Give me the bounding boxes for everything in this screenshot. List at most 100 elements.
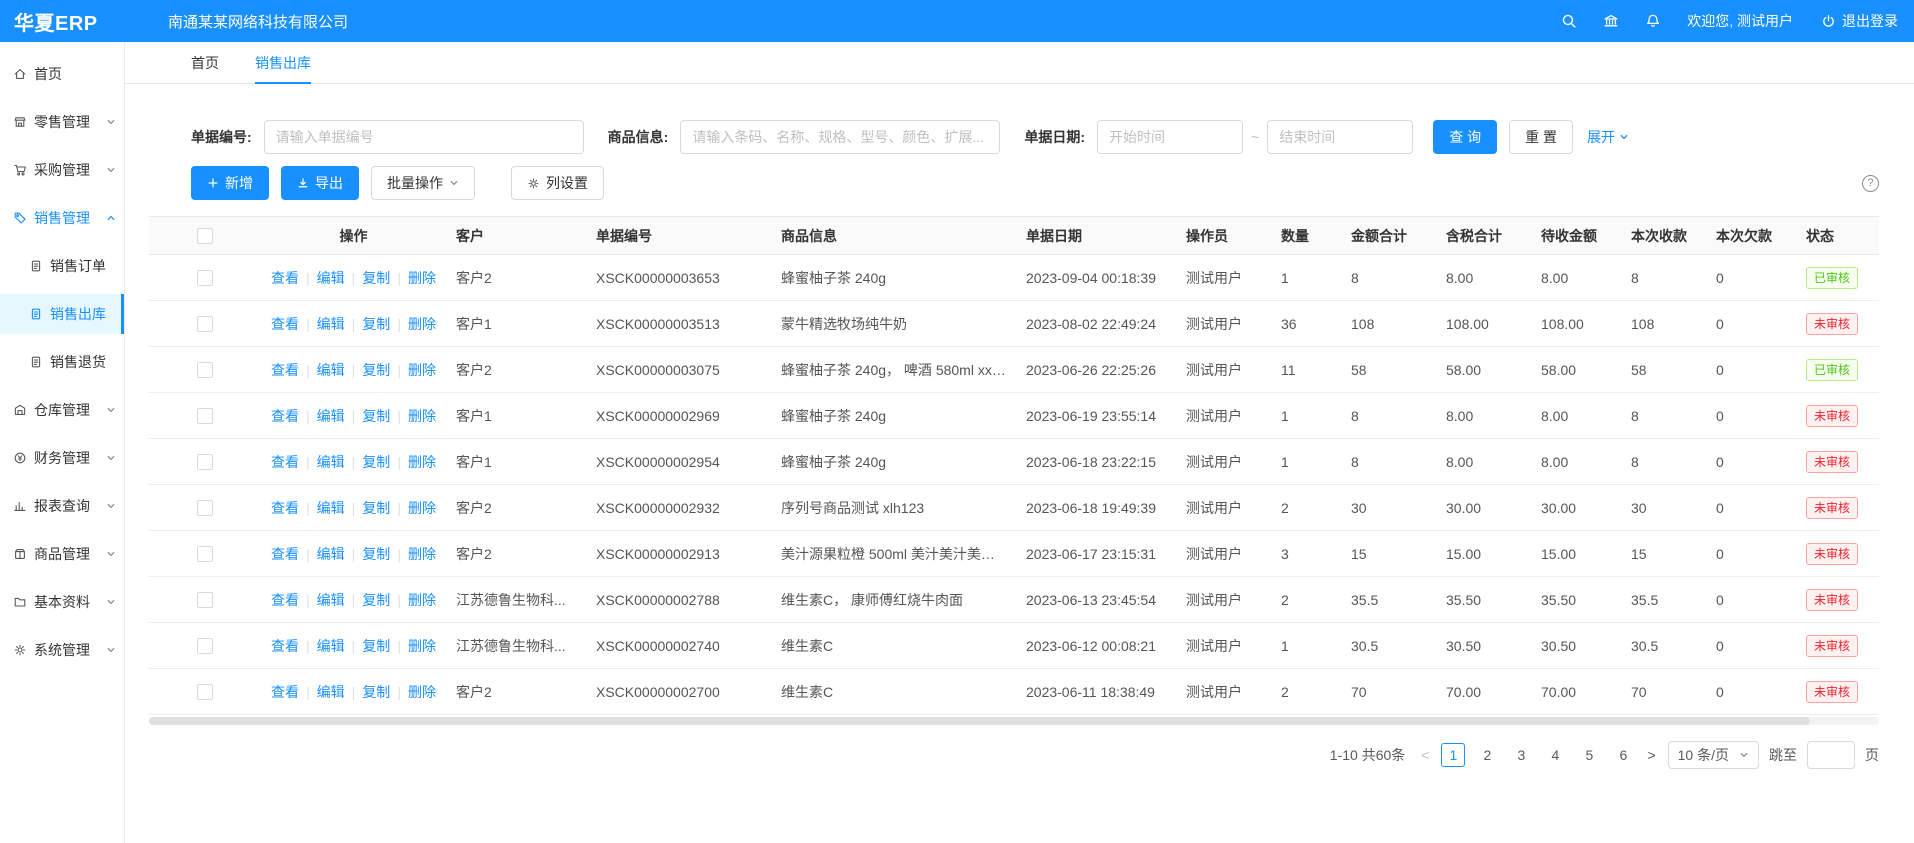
action-link-2[interactable]: 复制 [362, 682, 390, 702]
action-link-1[interactable]: 编辑 [317, 590, 345, 610]
action-link-2[interactable]: 复制 [362, 314, 390, 334]
bill-no-input[interactable] [264, 120, 584, 154]
action-link-0[interactable]: 查看 [271, 406, 299, 426]
row-checkbox[interactable] [197, 500, 213, 516]
page-number-2[interactable]: 2 [1475, 743, 1499, 767]
action-link-2[interactable]: 复制 [362, 498, 390, 518]
action-link-2[interactable]: 复制 [362, 452, 390, 472]
action-link-0[interactable]: 查看 [271, 636, 299, 656]
date-start-input[interactable] [1097, 120, 1243, 154]
logout-button[interactable]: 退出登录 [1821, 11, 1898, 31]
search-icon[interactable] [1561, 13, 1577, 29]
next-page-button[interactable]: > [1645, 747, 1657, 763]
action-link-2[interactable]: 复制 [362, 590, 390, 610]
action-link-3[interactable]: 删除 [408, 268, 436, 288]
action-link-2[interactable]: 复制 [362, 406, 390, 426]
bank-icon[interactable] [1603, 13, 1619, 29]
scrollbar-thumb[interactable] [149, 717, 1810, 725]
prev-page-button[interactable]: < [1419, 747, 1431, 763]
action-link-3[interactable]: 删除 [408, 636, 436, 656]
sidebar-item-system[interactable]: 系统管理 [0, 630, 124, 670]
action-link-3[interactable]: 删除 [408, 590, 436, 610]
page-number-1[interactable]: 1 [1441, 743, 1465, 767]
bell-icon[interactable] [1645, 13, 1661, 29]
cell-product: 蒙牛精选牧场纯牛奶 [771, 301, 1016, 347]
sidebar-item-sales-outbound[interactable]: 销售出库 [0, 294, 124, 334]
action-link-1[interactable]: 编辑 [317, 406, 345, 426]
row-checkbox[interactable] [197, 316, 213, 332]
page-number-4[interactable]: 4 [1543, 743, 1567, 767]
action-link-2[interactable]: 复制 [362, 268, 390, 288]
sidebar-item-warehouse[interactable]: 仓库管理 [0, 390, 124, 430]
row-checkbox[interactable] [197, 592, 213, 608]
batch-actions-button[interactable]: 批量操作 [371, 166, 475, 200]
row-checkbox[interactable] [197, 638, 213, 654]
action-link-1[interactable]: 编辑 [317, 314, 345, 334]
action-separator: | [306, 684, 310, 700]
row-checkbox[interactable] [197, 546, 213, 562]
date-end-input[interactable] [1267, 120, 1413, 154]
action-link-2[interactable]: 复制 [362, 544, 390, 564]
action-link-0[interactable]: 查看 [271, 314, 299, 334]
action-link-1[interactable]: 编辑 [317, 498, 345, 518]
product-input[interactable] [680, 120, 1000, 154]
action-link-0[interactable]: 查看 [271, 498, 299, 518]
action-link-0[interactable]: 查看 [271, 682, 299, 702]
action-link-1[interactable]: 编辑 [317, 636, 345, 656]
action-link-1[interactable]: 编辑 [317, 360, 345, 380]
export-button[interactable]: 导出 [281, 166, 359, 200]
tab-home[interactable]: 首页 [191, 42, 219, 83]
sidebar-item-home[interactable]: 首页 [0, 54, 124, 94]
reset-button[interactable]: 重 置 [1509, 120, 1573, 154]
action-link-0[interactable]: 查看 [271, 590, 299, 610]
action-link-0[interactable]: 查看 [271, 360, 299, 380]
action-link-3[interactable]: 删除 [408, 682, 436, 702]
row-checkbox[interactable] [197, 362, 213, 378]
sidebar-item-sales-return[interactable]: 销售退货 [0, 342, 124, 382]
sidebar-item-goods[interactable]: 商品管理 [0, 534, 124, 574]
cell-qty: 3 [1271, 531, 1341, 577]
action-link-2[interactable]: 复制 [362, 360, 390, 380]
sidebar-item-purchase[interactable]: 采购管理 [0, 150, 124, 190]
help-icon[interactable]: ? [1862, 175, 1879, 192]
column-settings-button[interactable]: 列设置 [511, 166, 604, 200]
action-link-3[interactable]: 删除 [408, 452, 436, 472]
search-button[interactable]: 查 询 [1433, 120, 1497, 154]
horizontal-scrollbar[interactable] [149, 717, 1879, 725]
action-link-3[interactable]: 删除 [408, 406, 436, 426]
sidebar-item-finance[interactable]: 财务管理 [0, 438, 124, 478]
action-link-0[interactable]: 查看 [271, 452, 299, 472]
sidebar-item-sales-order[interactable]: 销售订单 [0, 246, 124, 286]
action-separator: | [352, 270, 356, 286]
add-button[interactable]: 新增 [191, 166, 269, 200]
page-number-6[interactable]: 6 [1611, 743, 1635, 767]
page-number-3[interactable]: 3 [1509, 743, 1533, 767]
page-number-5[interactable]: 5 [1577, 743, 1601, 767]
action-link-0[interactable]: 查看 [271, 268, 299, 288]
table-row: 查看|编辑|复制|删除客户1XSCK00000003513蒙牛精选牧场纯牛奶20… [149, 301, 1879, 347]
action-link-1[interactable]: 编辑 [317, 268, 345, 288]
row-checkbox[interactable] [197, 454, 213, 470]
jump-page-input[interactable] [1807, 741, 1855, 769]
select-all-checkbox[interactable] [197, 228, 213, 244]
action-link-1[interactable]: 编辑 [317, 452, 345, 472]
expand-filters-link[interactable]: 展开 [1587, 127, 1629, 147]
row-checkbox[interactable] [197, 408, 213, 424]
action-link-1[interactable]: 编辑 [317, 682, 345, 702]
cell-operator: 测试用户 [1176, 623, 1271, 669]
row-checkbox[interactable] [197, 270, 213, 286]
action-link-3[interactable]: 删除 [408, 314, 436, 334]
action-link-2[interactable]: 复制 [362, 636, 390, 656]
tab-sales-outbound[interactable]: 销售出库 [255, 42, 311, 83]
action-link-1[interactable]: 编辑 [317, 544, 345, 564]
sidebar-item-report[interactable]: 报表查询 [0, 486, 124, 526]
sidebar-item-retail[interactable]: 零售管理 [0, 102, 124, 142]
sidebar-item-sales[interactable]: 销售管理 [0, 198, 124, 238]
row-checkbox[interactable] [197, 684, 213, 700]
action-link-0[interactable]: 查看 [271, 544, 299, 564]
action-link-3[interactable]: 删除 [408, 544, 436, 564]
sidebar-item-base[interactable]: 基本资料 [0, 582, 124, 622]
action-link-3[interactable]: 删除 [408, 498, 436, 518]
action-link-3[interactable]: 删除 [408, 360, 436, 380]
page-size-select[interactable]: 10 条/页 [1668, 741, 1759, 769]
